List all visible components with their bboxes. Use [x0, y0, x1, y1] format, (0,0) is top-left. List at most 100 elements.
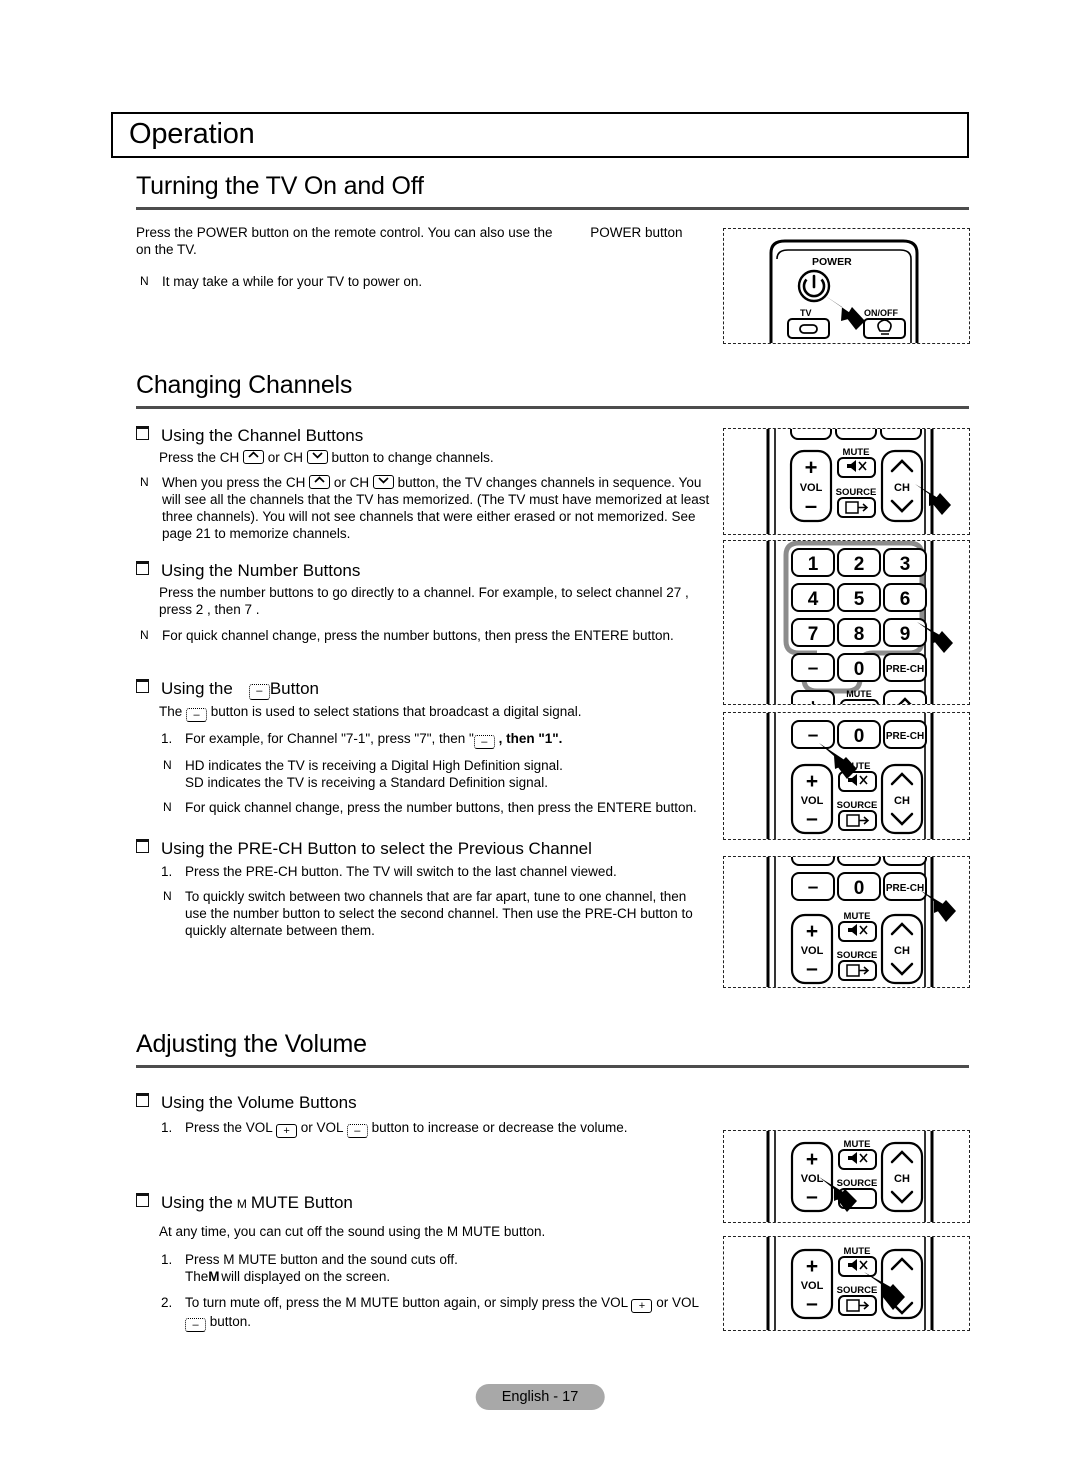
note-marker: N — [163, 758, 172, 772]
illustration-prech-button: – 0 PRE-CH + VOL – MUTE SOURCE CH — [723, 856, 970, 988]
svg-text:4: 4 — [808, 589, 819, 610]
ch-down-key-icon — [306, 450, 328, 464]
svg-text:+: + — [806, 920, 818, 943]
note-marker: N — [140, 475, 149, 489]
svg-text:–: – — [808, 725, 819, 746]
svg-text:TV: TV — [800, 308, 812, 318]
remote-keypad-drawing: 1 2 3 4 5 6 7 8 9 – 0 PRE-CH MUTE — [766, 541, 953, 704]
section-title-volume: Adjusting the Volume — [136, 1030, 367, 1058]
section-channels: Changing Channels — [136, 371, 969, 409]
remote-power-drawing: POWER TV ON/OFF — [769, 239, 919, 343]
illustration-power-buttons: POWER TV ON/OFF — [723, 228, 970, 344]
subheading-label-b: MUTE Button — [250, 1193, 353, 1212]
note-b: or CH — [330, 475, 373, 490]
mute-glyph-icon: M — [236, 1197, 247, 1211]
svg-text:6: 6 — [900, 589, 911, 610]
ch-up-key-icon — [243, 450, 265, 464]
step-b: or VOL — [297, 1120, 347, 1135]
page-footer: English - 17 — [475, 1384, 605, 1410]
line-b: button is used to select stations that b… — [207, 704, 582, 719]
svg-text:+: + — [806, 1148, 818, 1171]
dash-button-note-1: N HD indicates the TV is receiving a Dig… — [159, 757, 711, 791]
svg-text:POWER: POWER — [812, 256, 852, 268]
svg-text:–: – — [806, 1185, 818, 1208]
note-text: For quick channel change, press the numb… — [162, 628, 674, 643]
number-buttons-block: Using the Number Buttons Press the numbe… — [136, 560, 711, 644]
svg-text:2: 2 — [854, 554, 865, 575]
svg-text:7: 7 — [808, 624, 819, 645]
bullet-square-icon — [136, 1193, 149, 1207]
prech-block: Using the PRE-CH Button to select the Pr… — [136, 838, 711, 939]
manual-page: Operation Turning the TV On and Off Pres… — [0, 0, 1080, 1482]
dash-key-icon: – — [248, 684, 270, 700]
subheading-mute-button: Using the M MUTE Button — [136, 1192, 711, 1215]
subheading-label: Using the Channel Buttons — [161, 426, 364, 445]
step-a: For example, for Channel "7-1", press "7… — [185, 731, 474, 746]
remote-dash-drawing: – 0 PRE-CH + VOL – MUTE SOURCE CH — [766, 713, 934, 839]
channel-buttons-note: N When you press the CH or CH button, th… — [136, 474, 711, 542]
svg-text:MUTE: MUTE — [846, 689, 872, 699]
vol-down-key-icon: – — [185, 1318, 206, 1332]
vol-down-key-icon: – — [346, 1124, 368, 1138]
note-marker: N — [163, 800, 172, 814]
step-number: 1. — [161, 1252, 173, 1267]
svg-text:CH: CH — [894, 945, 910, 957]
prech-step-1: 1. Press the PRE-CH button. The TV will … — [159, 863, 711, 880]
svg-text:+: + — [805, 455, 818, 480]
note-text: When you press the CH or CH button, the … — [162, 474, 711, 542]
subheading-label: Using the Number Buttons — [161, 561, 361, 580]
svg-text:ON/OFF: ON/OFF — [864, 308, 898, 318]
step-c: button. — [206, 1314, 252, 1329]
svg-text:SOURCE: SOURCE — [837, 1178, 878, 1189]
svg-text:VOL: VOL — [801, 795, 824, 807]
section-title-power: Turning the TV On and Off — [136, 172, 424, 200]
note-text: HD indicates the TV is receiving a Digit… — [185, 757, 711, 791]
svg-text:MUTE: MUTE — [843, 447, 870, 458]
svg-text:PRE-CH: PRE-CH — [886, 664, 924, 675]
vol-up-key-icon: + — [631, 1299, 653, 1313]
bullet-square-icon — [136, 561, 149, 575]
section-title-channels: Changing Channels — [136, 371, 353, 399]
dash-button-block: Using the – Button The – button is used … — [136, 678, 711, 816]
mute-glyph-icon: M — [208, 1269, 219, 1284]
dash-key-icon: – — [186, 708, 208, 722]
svg-text:–: – — [806, 807, 818, 830]
subheading-label: Using the PRE-CH Button to select the Pr… — [161, 839, 592, 858]
section-rule — [136, 406, 969, 409]
illustration-dash-button: – 0 PRE-CH + VOL – MUTE SOURCE CH — [723, 712, 970, 840]
bullet-square-icon — [136, 426, 149, 440]
power-para-c: POWER button — [590, 225, 683, 240]
channel-buttons-block: Using the Channel Buttons Press the CH o… — [136, 425, 711, 542]
volume-step-1: 1. Press the VOL + or VOL – button to in… — [159, 1119, 711, 1138]
dash-button-step-1: 1. For example, for Channel "7-1", press… — [159, 730, 711, 749]
page-title: Operation — [129, 117, 255, 150]
illustration-mute-button: + VOL – MUTE SOURCE — [723, 1236, 970, 1331]
svg-text:–: – — [808, 877, 819, 898]
remote-mute-drawing: + VOL – MUTE SOURCE — [766, 1237, 934, 1330]
step-text: Press the PRE-CH button. The TV will swi… — [185, 864, 617, 879]
subheading-volume-buttons: Using the Volume Buttons — [136, 1092, 711, 1113]
step-a: To turn mute off, press the M MUTE butto… — [185, 1295, 632, 1310]
subheading-label-b: Button — [269, 679, 319, 698]
note-line-1: HD indicates the TV is receiving a Digit… — [185, 758, 563, 773]
step-number: 1. — [161, 1120, 173, 1135]
svg-text:VOL: VOL — [801, 945, 824, 957]
svg-text:SOURCE: SOURCE — [837, 800, 878, 811]
illustration-number-keypad: 1 2 3 4 5 6 7 8 9 – 0 PRE-CH MUTE — [723, 540, 970, 705]
step-line-1: Press M MUTE button and the sound cuts o… — [185, 1252, 458, 1267]
ch-down-key-icon — [372, 475, 394, 489]
line-a: Press the CH — [159, 450, 244, 465]
ch-up-key-icon — [309, 475, 331, 489]
line-a: The — [159, 704, 187, 719]
svg-text:3: 3 — [900, 554, 911, 575]
svg-text:1: 1 — [808, 554, 819, 575]
svg-text:CH: CH — [894, 795, 910, 807]
line-c: button to change channels. — [327, 450, 494, 465]
dash-button-line: The – button is used to select stations … — [159, 703, 711, 722]
mute-step-1: 1. Press M MUTE button and the sound cut… — [159, 1251, 711, 1285]
line-b: or CH — [264, 450, 307, 465]
mute-step-2: 2. To turn mute off, press the M MUTE bu… — [159, 1294, 711, 1332]
svg-text:–: – — [808, 658, 819, 679]
section-rule — [136, 1065, 969, 1068]
svg-text:PRE-CH: PRE-CH — [886, 731, 924, 742]
